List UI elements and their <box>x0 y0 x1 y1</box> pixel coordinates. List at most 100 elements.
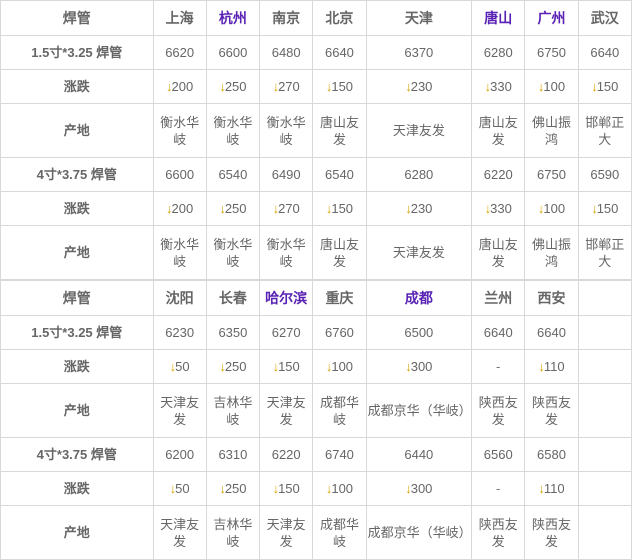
price-cell: 6640 <box>524 315 579 350</box>
table-row: 涨跌 ↓200 ↓250 ↓270 ↓150 ↓230 ↓330 ↓100 ↓150 <box>0 191 632 226</box>
change-value: 230 <box>410 201 433 216</box>
price-cell: 6220 <box>471 157 526 192</box>
price-cell: 6540 <box>205 157 261 192</box>
city-header-南京[interactable]: 南京 <box>259 0 314 36</box>
price-cell: 6490 <box>259 157 314 192</box>
origin-cell: 衡水华岐 <box>259 103 314 158</box>
change-cell: ↓250 <box>205 349 261 384</box>
change-cell: ↓250 <box>205 191 261 226</box>
city-header-杭州[interactable]: 杭州 <box>205 0 261 36</box>
change-value: 300 <box>410 481 433 496</box>
city-header-北京[interactable]: 北京 <box>312 0 367 36</box>
change-value: 100 <box>331 481 354 496</box>
row-label: 1.5寸*3.25 焊管 <box>0 35 154 70</box>
city-header-唐山[interactable]: 唐山 <box>471 0 526 36</box>
change-value: 250 <box>224 79 247 94</box>
origin-cell: 天津友发 <box>259 505 314 560</box>
price-cell: 6220 <box>259 437 314 472</box>
empty-cell <box>577 505 632 560</box>
change-value: 150 <box>278 481 300 496</box>
origin-cell: 佛山振鸿 <box>524 225 579 280</box>
change-cell: ↓100 <box>312 471 367 506</box>
change-cell: ↓50 <box>152 471 207 506</box>
change-value: 110 <box>543 481 565 496</box>
origin-cell: 陕西友发 <box>524 505 579 560</box>
change-cell: ↓330 <box>471 191 526 226</box>
origin-cell: 天津友发 <box>152 505 207 560</box>
row-label: 4寸*3.75 焊管 <box>0 437 154 472</box>
change-cell: ↓50 <box>152 349 207 384</box>
origin-cell: 衡水华岐 <box>205 225 261 280</box>
price-table-2: 焊管 沈阳 长春 哈尔滨 重庆 成都 兰州 西安 1.5寸*3.25 焊管 6230 6350 627… <box>0 280 632 560</box>
welded-pipe-price-sheet: 焊管 上海 杭州 南京 北京 天津 唐山 广州 武汉 1.5寸*3.25 焊管 6620 6600 64… <box>0 0 632 560</box>
price-cell: 6200 <box>152 437 207 472</box>
city-header-天津[interactable]: 天津 <box>365 0 473 36</box>
origin-cell: 成都京华（华岐） <box>365 505 473 560</box>
origin-cell: 天津友发 <box>152 383 207 438</box>
origin-cell: 邯郸正大 <box>577 225 632 280</box>
table-row: 涨跌 ↓200 ↓250 ↓270 ↓150 ↓230 ↓330 ↓100 ↓150 <box>0 69 632 104</box>
change-value: 300 <box>410 359 433 374</box>
price-cell: 6440 <box>365 437 473 472</box>
price-cell: 6280 <box>365 157 473 192</box>
price-cell: 6370 <box>365 35 473 70</box>
origin-cell: 陕西友发 <box>471 383 526 438</box>
origin-cell: 衡水华岐 <box>259 225 314 280</box>
change-cell: ↓200 <box>152 69 207 104</box>
origin-cell: 衡水华岐 <box>205 103 261 158</box>
origin-cell: 衡水华岐 <box>152 225 207 280</box>
city-header-成都[interactable]: 成都 <box>365 280 473 316</box>
city-header-上海[interactable]: 上海 <box>152 0 207 36</box>
change-cell: ↓200 <box>152 191 207 226</box>
city-header-武汉[interactable]: 武汉 <box>577 0 632 36</box>
city-header-重庆[interactable]: 重庆 <box>312 280 367 316</box>
origin-cell: 成都华岐 <box>312 505 367 560</box>
change-value: 150 <box>596 79 619 94</box>
price-cell: 6310 <box>205 437 261 472</box>
price-cell: 6230 <box>152 315 207 350</box>
row-label: 涨跌 <box>0 69 154 104</box>
change-value: 330 <box>490 79 512 94</box>
price-cell: 6600 <box>152 157 207 192</box>
change-cell: ↓300 <box>365 349 473 384</box>
city-header-西安[interactable]: 西安 <box>524 280 579 316</box>
change-cell: ↓300 <box>365 471 473 506</box>
city-header-兰州[interactable]: 兰州 <box>471 280 526 316</box>
change-value: 230 <box>410 79 433 94</box>
city-header-哈尔滨[interactable]: 哈尔滨 <box>259 280 314 316</box>
change-cell: ↓100 <box>524 69 579 104</box>
change-value: 270 <box>278 79 300 94</box>
city-header-广州[interactable]: 广州 <box>524 0 579 36</box>
price-cell: 6640 <box>471 315 526 350</box>
row-label: 1.5寸*3.25 焊管 <box>0 315 154 350</box>
city-header-长春[interactable]: 长春 <box>205 280 261 316</box>
table-row: 产地 天津友发 吉林华岐 天津友发 成都华岐 成都京华（华岐） 陕西友发 陕西友发 <box>0 505 632 560</box>
origin-cell: 佛山振鸿 <box>524 103 579 158</box>
change-cell: ↓150 <box>312 191 367 226</box>
origin-cell: 唐山友发 <box>312 225 367 280</box>
change-cell: ↓250 <box>205 471 261 506</box>
row-label: 涨跌 <box>0 349 154 384</box>
price-cell: 6540 <box>312 157 367 192</box>
change-value: 150 <box>278 359 300 374</box>
tables-container: 焊管 上海 杭州 南京 北京 天津 唐山 广州 武汉 1.5寸*3.25 焊管 6620 6600 64… <box>0 0 632 560</box>
origin-cell: 吉林华岐 <box>205 505 261 560</box>
change-value: 110 <box>543 359 565 374</box>
city-header-沈阳[interactable]: 沈阳 <box>152 280 207 316</box>
change-value: 100 <box>543 201 566 216</box>
price-cell: 6760 <box>312 315 367 350</box>
change-value: 150 <box>331 201 354 216</box>
empty-cell <box>577 349 632 384</box>
table-header-row: 焊管 沈阳 长春 哈尔滨 重庆 成都 兰州 西安 <box>0 280 632 316</box>
price-cell: 6750 <box>524 157 579 192</box>
table-row: 产地 天津友发 吉林华岐 天津友发 成都华岐 成都京华（华岐） 陕西友发 陕西友发 <box>0 383 632 438</box>
origin-cell: 成都京华（华岐） <box>365 383 473 438</box>
row-label: 涨跌 <box>0 191 154 226</box>
change-cell: - <box>471 349 526 384</box>
origin-cell: 唐山友发 <box>471 103 526 158</box>
change-cell: ↓230 <box>365 69 473 104</box>
empty-cell <box>577 383 632 438</box>
city-header-empty <box>577 280 632 316</box>
change-cell: - <box>471 471 526 506</box>
row-label: 产地 <box>0 505 154 560</box>
